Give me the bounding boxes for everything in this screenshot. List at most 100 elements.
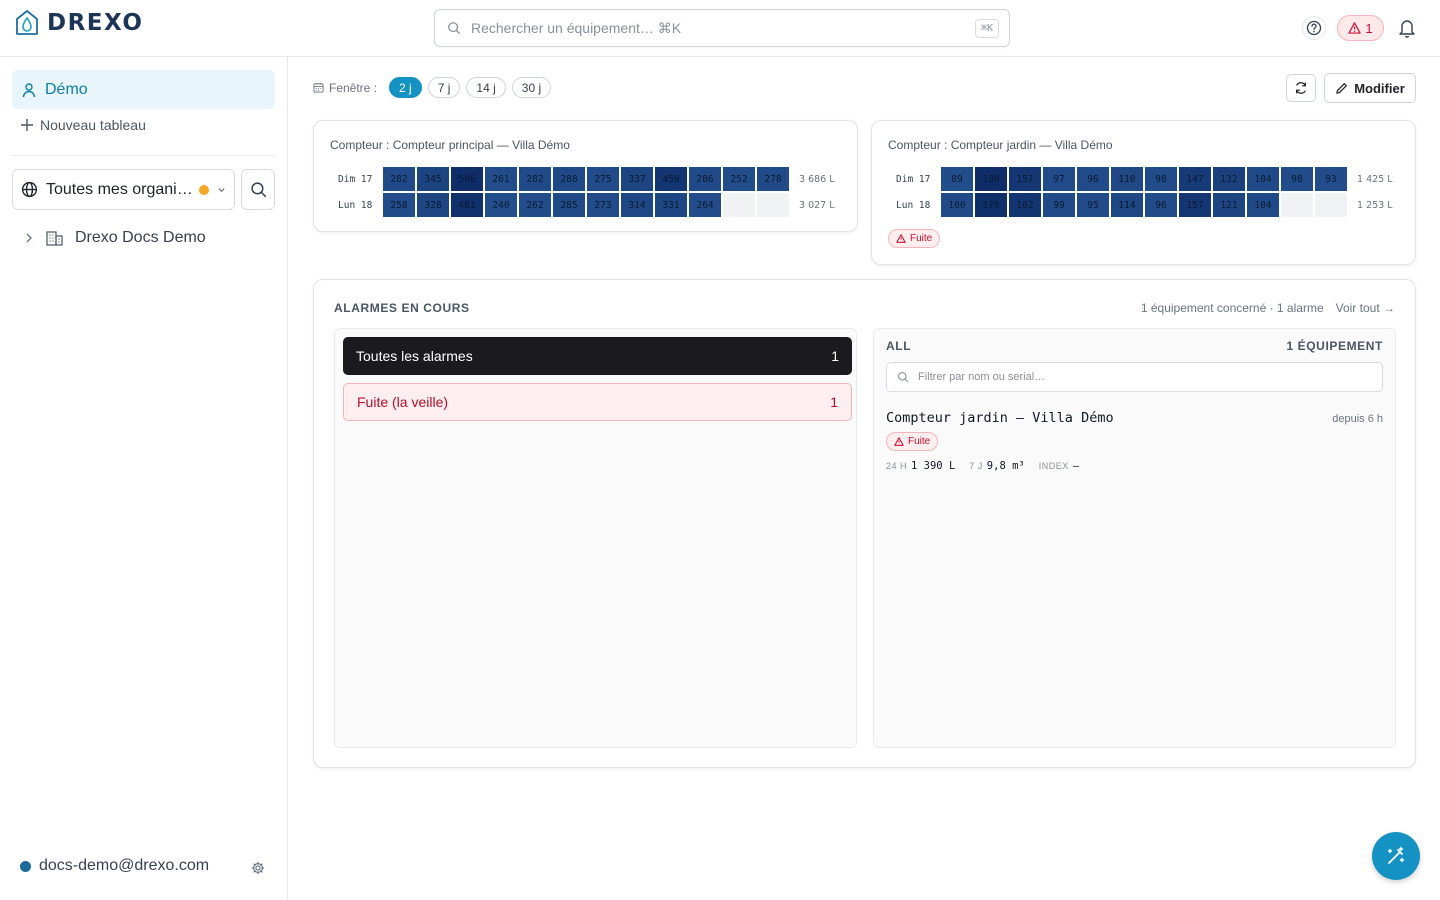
alarm-category-label: Fuite (la veille) bbox=[357, 394, 449, 410]
heatmap-cell[interactable]: 96 bbox=[1077, 167, 1109, 191]
logo[interactable]: DREXO bbox=[15, 10, 143, 36]
see-all-link[interactable]: Voir tout → bbox=[1336, 301, 1395, 315]
device-filter-input[interactable]: Filtrer par nom ou serial… bbox=[886, 362, 1383, 392]
heatmap-cell[interactable]: 240 bbox=[485, 193, 517, 217]
alarms-meta: 1 équipement concerné · 1 alarme Voir to… bbox=[1141, 301, 1395, 315]
heatmap-cell[interactable]: 98 bbox=[1145, 167, 1177, 191]
heatmap-cell[interactable]: 331 bbox=[655, 193, 687, 217]
heatmap-cell[interactable] bbox=[757, 193, 789, 217]
search-icon bbox=[250, 182, 266, 198]
device-name[interactable]: Compteur jardin — Villa Démo bbox=[886, 410, 1114, 426]
heatmap-cell[interactable]: 180 bbox=[975, 167, 1007, 191]
heatmap-cell[interactable]: 132 bbox=[1213, 167, 1245, 191]
heatmap-cell[interactable] bbox=[1281, 193, 1313, 217]
heatmap-cell[interactable]: 337 bbox=[621, 167, 653, 191]
help-button[interactable] bbox=[1302, 16, 1326, 40]
heatmap-cell[interactable]: 262 bbox=[519, 193, 551, 217]
heatmap-cell[interactable] bbox=[723, 193, 755, 217]
window-chip-14j[interactable]: 14 j bbox=[466, 77, 506, 98]
chevron-down-icon bbox=[218, 188, 225, 193]
index-value: – bbox=[1072, 460, 1080, 472]
user-email: docs-demo@drexo.com bbox=[39, 857, 210, 874]
heatmap-cell[interactable]: 176 bbox=[975, 193, 1007, 217]
heatmap-cell[interactable]: 345 bbox=[417, 167, 449, 191]
organization-name: Toutes mes organi… bbox=[46, 180, 191, 198]
new-board-button[interactable]: Nouveau tableau bbox=[20, 117, 146, 133]
alarms-summary: 1 équipement concerné · 1 alarme bbox=[1140, 301, 1324, 315]
heatmap-cell[interactable]: 100 bbox=[941, 193, 973, 217]
heatmap-cell[interactable]: 97 bbox=[1043, 167, 1075, 191]
alerts-button[interactable]: 1 bbox=[1337, 15, 1384, 41]
settings-button[interactable] bbox=[251, 861, 265, 878]
heatmap-cell[interactable]: 147 bbox=[1179, 167, 1211, 191]
refresh-button[interactable] bbox=[1286, 74, 1316, 102]
window-chip-2j[interactable]: 2 j bbox=[389, 77, 422, 98]
heatmap-cell[interactable]: 157 bbox=[1009, 167, 1041, 191]
heatmap-cell[interactable]: 110 bbox=[1111, 167, 1143, 191]
panel-header: ALL 1 ÉQUIPEMENT bbox=[886, 339, 1383, 353]
heatmap-cell[interactable]: 89 bbox=[941, 167, 973, 191]
heatmap-cell[interactable]: 99 bbox=[1043, 193, 1075, 217]
assistant-fab-button[interactable] bbox=[1372, 832, 1420, 880]
heatmap-cell[interactable]: 282 bbox=[519, 167, 551, 191]
heatmap-cell[interactable]: 252 bbox=[723, 167, 755, 191]
window-chip-7j[interactable]: 7 j bbox=[427, 77, 461, 98]
user-status-dot bbox=[20, 860, 31, 872]
bell-icon bbox=[1399, 20, 1415, 38]
heatmap-cell[interactable]: 114 bbox=[1111, 193, 1143, 217]
heatmap-cell[interactable]: 98 bbox=[1281, 167, 1313, 191]
heatmap-cell[interactable]: 286 bbox=[689, 167, 721, 191]
globe-icon bbox=[21, 181, 38, 198]
search-placeholder: Rechercher un équipement… ⌘K bbox=[471, 19, 682, 36]
heatmap-total: 3 027 L bbox=[799, 199, 835, 211]
tree-item-organization[interactable]: Drexo Docs Demo bbox=[24, 229, 206, 247]
global-search-input[interactable]: Rechercher un équipement… ⌘K ⌘K bbox=[434, 9, 1010, 47]
device-stats: 24 H 1 390 L 7 J 9,8 m³ INDEX – bbox=[886, 460, 1089, 472]
heatmap-cell[interactable]: 157 bbox=[1179, 193, 1211, 217]
organization-selector[interactable]: Toutes mes organi… bbox=[12, 169, 235, 210]
chevron-right-icon[interactable] bbox=[24, 232, 34, 244]
leak-badge[interactable]: Fuite bbox=[886, 432, 939, 451]
heatmap-cell[interactable]: 459 bbox=[655, 167, 687, 191]
heatmap-cell[interactable] bbox=[1315, 193, 1347, 217]
user-account[interactable]: docs-demo@drexo.com bbox=[20, 857, 209, 875]
notifications-button[interactable] bbox=[1398, 18, 1416, 41]
heatmap-cell[interactable]: 285 bbox=[553, 193, 585, 217]
heatmap-cell[interactable]: 96 bbox=[1145, 193, 1177, 217]
heatmap-cell[interactable]: 258 bbox=[383, 193, 415, 217]
tree-item-label: Drexo Docs Demo bbox=[75, 229, 206, 246]
sidebar-item-label: Démo bbox=[45, 80, 88, 98]
edit-button[interactable]: Modifier bbox=[1324, 73, 1416, 103]
heatmap-cell[interactable]: 506 bbox=[451, 167, 483, 191]
heatmap-cell[interactable]: 278 bbox=[757, 167, 789, 191]
alarm-category-leak[interactable]: Fuite (la veille) 1 bbox=[343, 383, 852, 421]
heatmap-cell[interactable]: 162 bbox=[1009, 193, 1041, 217]
heatmap-cell[interactable]: 481 bbox=[451, 193, 483, 217]
alarm-category-all[interactable]: Toutes les alarmes 1 bbox=[343, 337, 852, 375]
heatmap-cell[interactable]: 314 bbox=[621, 193, 653, 217]
leak-badge-label: Fuite bbox=[910, 233, 933, 244]
stat-7j-value: 9,8 m³ bbox=[986, 460, 1025, 472]
sidebar: Démo Nouveau tableau Toutes mes organi… … bbox=[0, 57, 288, 900]
heatmap-cell[interactable]: 93 bbox=[1315, 167, 1347, 191]
heatmap-day: Lun 18 bbox=[896, 199, 931, 211]
heatmap-cell[interactable]: 261 bbox=[485, 167, 517, 191]
heatmap-cell[interactable]: 104 bbox=[1247, 167, 1279, 191]
heatmap-row: Lun 18 100 176 162 99 95 114 96 157 121 104 1 253… bbox=[896, 193, 1393, 217]
logo-text: DREXO bbox=[47, 10, 144, 36]
heatmap-cell[interactable]: 121 bbox=[1213, 193, 1245, 217]
heatmap-cell[interactable]: 282 bbox=[383, 167, 415, 191]
index-label: INDEX bbox=[1038, 461, 1069, 471]
heatmap-cell[interactable]: 288 bbox=[553, 167, 585, 191]
window-chip-30j[interactable]: 30 j bbox=[511, 77, 552, 98]
sidebar-search-button[interactable] bbox=[241, 169, 275, 210]
sidebar-item-demo[interactable]: Démo bbox=[12, 70, 275, 109]
heatmap-cell[interactable]: 95 bbox=[1077, 193, 1109, 217]
heatmap-cell[interactable]: 328 bbox=[417, 193, 449, 217]
heatmap-cell[interactable]: 273 bbox=[587, 193, 619, 217]
leak-badge[interactable]: Fuite bbox=[888, 229, 941, 248]
heatmap-cell[interactable]: 104 bbox=[1247, 193, 1279, 217]
heatmap-cell[interactable]: 264 bbox=[689, 193, 721, 217]
heatmap-day: Dim 17 bbox=[338, 173, 373, 185]
heatmap-cell[interactable]: 275 bbox=[587, 167, 619, 191]
